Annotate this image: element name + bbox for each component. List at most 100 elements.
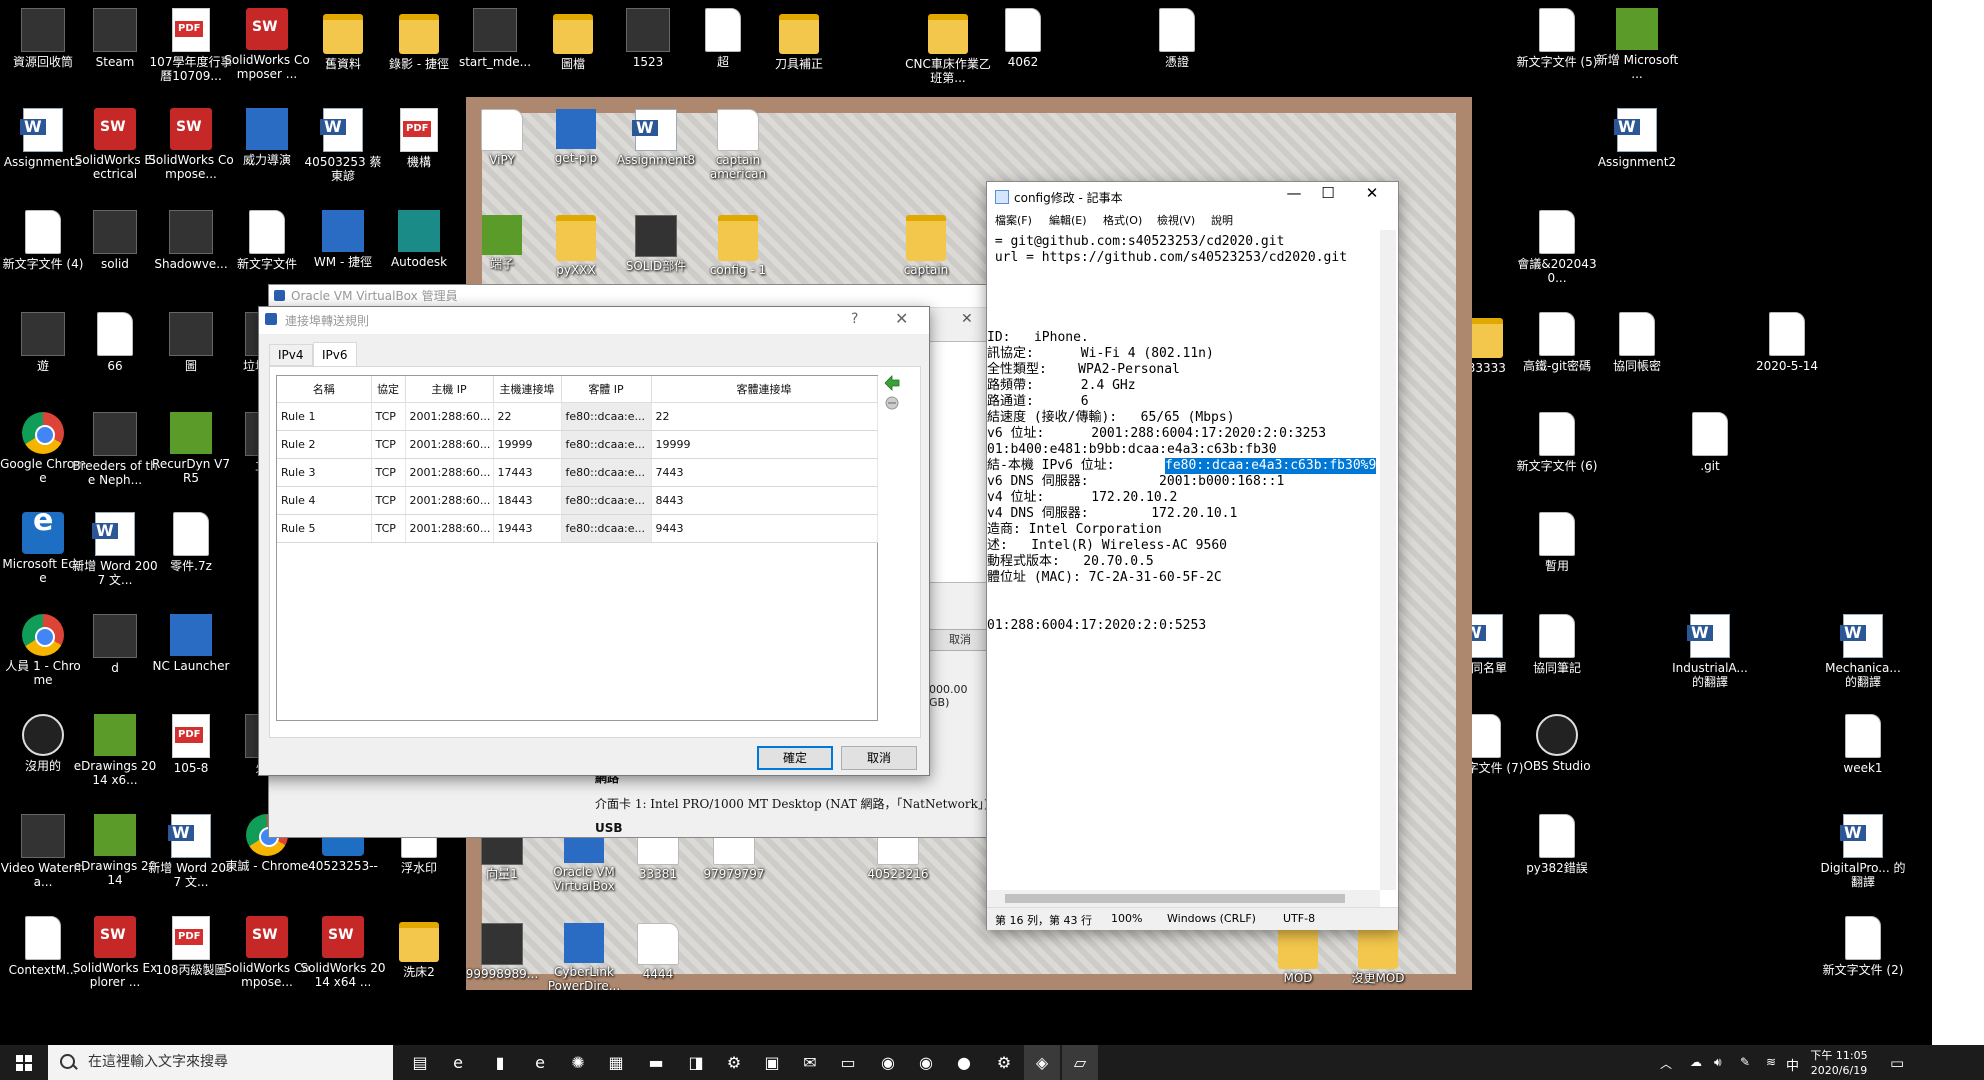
usb-section-title[interactable]: USB xyxy=(595,821,623,835)
vm-desktop-icon[interactable]: captain american xyxy=(696,109,780,181)
menu-help[interactable]: 說明 xyxy=(1211,212,1233,228)
menu-format[interactable]: 格式(O) xyxy=(1103,212,1142,228)
column-header[interactable]: 名稱 xyxy=(277,376,372,403)
desktop-icon[interactable]: 新文字文件 (5) xyxy=(1514,8,1600,69)
help-button[interactable]: ? xyxy=(851,311,858,327)
notepad-text-area[interactable]: = git@github.com:s40523253/cd2020.git ur… xyxy=(987,230,1380,890)
desktop-icon[interactable]: 105-8 xyxy=(148,714,234,775)
vm-desktop-icon[interactable]: 99998989... xyxy=(466,923,544,981)
vm-desktop-icon[interactable]: CyberLink PowerDire... xyxy=(542,923,626,990)
wifi-icon[interactable]: ≋ xyxy=(1766,1055,1776,1069)
desktop-icon[interactable]: Mechanica... 的翻譯 xyxy=(1820,614,1906,689)
cancel-button[interactable]: 取消 xyxy=(841,746,917,770)
settings-gear-icon[interactable]: ⚙ xyxy=(716,1045,752,1080)
desktop-icon[interactable]: SolidWorks Explorer ... xyxy=(72,916,158,989)
vm-desktop-icon[interactable]: 4444 xyxy=(616,923,700,981)
desktop-icon[interactable]: 機構 xyxy=(376,108,462,169)
desktop-icon[interactable]: 4062 xyxy=(980,8,1066,69)
table-cell[interactable]: 18443 xyxy=(493,486,562,515)
desktop-icon[interactable]: NC Launcher xyxy=(148,614,234,673)
table-row[interactable]: Rule 4 TCP 2001:288:60... 18443 fe80::dcaa:e… xyxy=(277,486,878,515)
desktop-icon[interactable]: RecurDyn V7R5 xyxy=(148,412,234,485)
minimize-button[interactable]: — xyxy=(1277,184,1311,202)
table-cell[interactable]: fe80::dcaa:e... xyxy=(561,486,652,515)
column-header[interactable]: 主機連接埠 xyxy=(493,376,562,403)
table-cell[interactable]: TCP xyxy=(371,402,406,431)
vm-desktop-icon[interactable]: SOLID部件 xyxy=(614,215,698,273)
desktop-icon[interactable]: WM - 捷徑 xyxy=(300,210,386,269)
add-rule-icon[interactable] xyxy=(884,375,900,391)
desktop-icon[interactable]: 圖檔 xyxy=(530,8,616,71)
file-icon[interactable]: ▮ xyxy=(482,1045,518,1080)
pinwheel-icon[interactable]: ✺ xyxy=(560,1045,596,1080)
table-cell[interactable]: TCP xyxy=(371,458,406,487)
network-icon[interactable]: ☁ xyxy=(1690,1055,1702,1069)
table-cell[interactable]: 9443 xyxy=(651,514,878,543)
vm-desktop-icon[interactable]: config - 1 xyxy=(696,215,780,277)
table-cell[interactable]: Rule 2 xyxy=(277,430,372,459)
vm-desktop-icon[interactable]: 端子 xyxy=(466,215,544,271)
column-header[interactable]: 主機 IP xyxy=(405,376,494,403)
tab-ipv6[interactable]: IPv6 xyxy=(313,342,357,368)
chrome-profile-icon[interactable]: ◉ xyxy=(908,1045,944,1080)
desktop-icon[interactable]: Steam xyxy=(72,8,158,69)
desktop-icon[interactable]: SolidWorks Compose... xyxy=(148,108,234,181)
virtualbox-icon[interactable]: ◈ xyxy=(1024,1045,1060,1080)
desktop-icon[interactable]: start_mde... xyxy=(452,8,538,69)
desktop-icon[interactable]: Assignment2 xyxy=(1594,108,1680,169)
table-cell[interactable]: Rule 3 xyxy=(277,458,372,487)
desktop-icon[interactable]: 新文字文件 (6) xyxy=(1514,412,1600,473)
horizontal-scrollbar[interactable] xyxy=(987,890,1380,907)
table-cell[interactable]: 2001:288:60... xyxy=(405,458,494,487)
desktop-icon[interactable]: 新文字文件 (2) xyxy=(1820,916,1906,977)
settings-icon[interactable]: ⚙ xyxy=(986,1045,1022,1080)
menu-file[interactable]: 檔案(F) xyxy=(995,212,1032,228)
table-cell[interactable]: TCP xyxy=(371,430,406,459)
desktop-icon[interactable]: 錄影 - 捷徑 xyxy=(376,8,462,71)
table-row[interactable]: Rule 2 TCP 2001:288:60... 19999 fe80::dcaa:e… xyxy=(277,430,878,459)
vm-desktop-icon[interactable]: Assignment8 xyxy=(614,109,698,167)
clock[interactable]: 下午 11:05 2020/6/19 xyxy=(1806,1048,1872,1078)
table-cell[interactable]: Rule 5 xyxy=(277,514,372,543)
close-icon[interactable]: ✕ xyxy=(961,311,973,327)
desktop-icon[interactable]: 刀具補正 xyxy=(756,8,842,71)
vm-desktop-icon[interactable]: MOD xyxy=(1256,923,1340,985)
desktop-icon[interactable]: 超 xyxy=(680,8,766,69)
table-cell[interactable]: 19443 xyxy=(493,514,562,543)
remove-rule-icon[interactable] xyxy=(884,395,900,411)
table-cell[interactable]: Rule 4 xyxy=(277,486,372,515)
desktop-icon[interactable]: .git xyxy=(1667,412,1753,473)
table-cell[interactable]: 8443 xyxy=(651,486,878,515)
desktop-icon[interactable]: 高鐵-git密碼 xyxy=(1514,312,1600,373)
close-button[interactable]: ✕ xyxy=(1355,184,1389,202)
desktop-icon[interactable]: 1523 xyxy=(605,8,691,69)
desktop-icon[interactable]: Autodesk xyxy=(376,210,462,269)
desktop-icon[interactable]: py382錯誤 xyxy=(1514,814,1600,875)
desktop-icon[interactable]: week1 xyxy=(1820,714,1906,775)
desktop-icon[interactable]: 107學年度行事曆10709... xyxy=(148,8,234,83)
tab-ipv4[interactable]: IPv4 xyxy=(269,344,313,366)
column-header[interactable]: 客體 IP xyxy=(561,376,652,403)
ie-icon[interactable]: e xyxy=(522,1045,558,1080)
desktop-icon[interactable]: eDrawings 2014 xyxy=(72,814,158,887)
table-cell[interactable]: 19999 xyxy=(493,430,562,459)
vm-desktop-icon[interactable]: 沒更MOD xyxy=(1336,923,1420,985)
calculator-icon[interactable]: ▦ xyxy=(598,1045,634,1080)
desktop-icon[interactable]: 2020-5-14 xyxy=(1744,312,1830,373)
table-cell[interactable]: fe80::dcaa:e... xyxy=(561,458,652,487)
column-header[interactable]: 協定 xyxy=(371,376,406,403)
table-cell[interactable]: TCP xyxy=(371,514,406,543)
table-cell[interactable]: fe80::dcaa:e... xyxy=(561,402,652,431)
ime-indicator[interactable]: 中 xyxy=(1786,1055,1799,1074)
menu-edit[interactable]: 編輯(E) xyxy=(1049,212,1087,228)
vm-desktop-icon[interactable]: get-pip xyxy=(534,109,618,165)
table-cell[interactable]: 22 xyxy=(493,402,562,431)
terminal-icon[interactable]: ▬ xyxy=(638,1045,674,1080)
vertical-scrollbar[interactable] xyxy=(1380,230,1396,890)
desktop-icon[interactable]: SolidWorks 2014 x64 ... xyxy=(300,916,386,989)
desktop-icon[interactable]: 新文字文件 xyxy=(224,210,310,271)
desktop-icon[interactable]: 協同筆記 xyxy=(1514,614,1600,675)
desktop-icon[interactable]: 會議&2020430... xyxy=(1514,210,1600,285)
notification-icon[interactable]: ▭ xyxy=(1890,1054,1904,1072)
desktop-icon[interactable]: 威力導演 xyxy=(224,108,310,167)
